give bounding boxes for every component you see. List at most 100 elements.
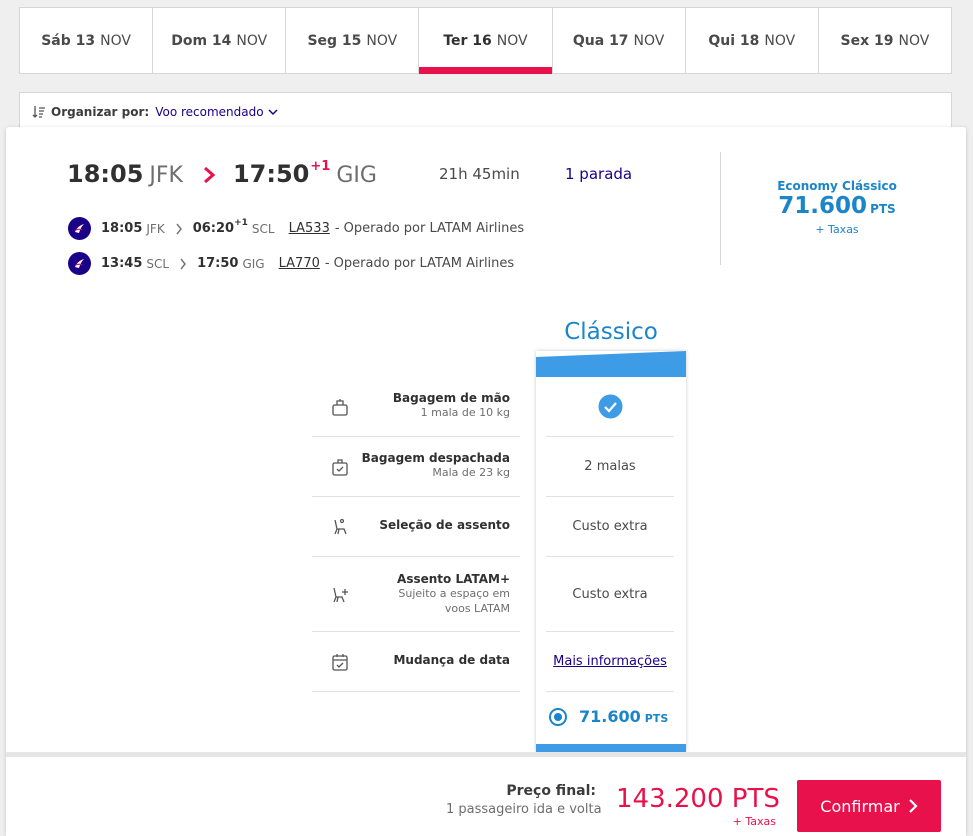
depart-time: 18:05 [67,160,144,188]
feature-text: Bagagem despachada Mala de 23 kg [362,451,510,480]
date-tab-seg-15[interactable]: Seg 15 NOV [286,8,420,73]
sort-bar: Organizar por: Voo recomendado [19,92,952,132]
flight-number-link[interactable]: LA533 [289,221,330,236]
confirm-button[interactable]: Confirmar [797,780,941,832]
segment-depart-code: JFK [146,221,165,236]
chevron-down-icon[interactable] [268,107,278,117]
date-tab-qui-18[interactable]: Qui 18 NOV [686,8,819,73]
carry-on-bag-icon [332,399,348,416]
fare-price-unit: PTS [870,202,896,216]
date-tab-day: Qua 17 [572,32,629,49]
date-tab-day: Ter 16 [443,32,492,49]
feature-title: Assento LATAM+ [397,572,510,586]
segment-operator: - Operado por LATAM Airlines [324,256,515,271]
segment-row: 13:45 SCL 17:50 GIG LA770 - Operado por … [68,252,514,275]
fare-price-value: 71.600 [778,193,868,219]
seat-plus-icon [333,587,348,603]
radio-dot [554,712,562,721]
checked-bag-icon [332,459,348,476]
feature-subtitle: Sujeito a espaço em voos LATAM [398,587,510,615]
segment-depart-code: SCL [146,256,170,271]
feature-row-carry-on: Bagagem de mão 1 mala de 10 kg [312,377,520,437]
feature-text: Bagagem de mão 1 mala de 10 kg [393,391,510,420]
feature-text: Seleção de assento [379,518,510,532]
chevron-right-icon [180,258,187,269]
flight-duration: 21h 45min [439,165,520,183]
segment-row: 18:05 JFK 06:20 +1 SCL LA533 - Operado p… [68,217,524,240]
divider [720,152,721,265]
fare-option-unit: PTS [644,712,669,725]
feature-title: Bagagem de mão [392,391,510,405]
date-tab-month: NOV [898,32,930,49]
date-tab-day: Sáb 13 [41,32,96,49]
fare-summary: Economy Clássico 71.600 PTS + Taxas [751,179,923,236]
fare-price: 71.600 PTS [751,193,923,223]
value-seat-selection: Custo extra [546,497,674,557]
segment-operator: - Operado por LATAM Airlines [334,221,525,236]
value-date-change: Mais informações [546,632,674,692]
feature-row-checked-bag: Bagagem despachada Mala de 23 kg [312,437,520,497]
date-tab-sex-19[interactable]: Sex 19 NOV [819,8,951,73]
itinerary-summary: 18:05 JFK 17:50 +1 GIG [67,159,377,188]
fare-option-value: 71.600 [579,707,641,726]
flight-number-link[interactable]: LA770 [279,256,320,271]
date-tab-day: Qui 18 [708,32,760,49]
fare-option-price: 71.600 PTS [579,707,668,726]
check-circle-icon [598,394,622,419]
date-tab-month: NOV [764,32,796,49]
value-checked-bag: 2 malas [546,437,674,497]
arrive-day-offset: +1 [310,159,331,174]
final-price-value: 143.200 PTS [616,784,780,814]
final-price-title: Preço final: [506,783,596,799]
arrive-time: 17:50 [232,160,310,188]
segment-arrive-time: 17:50 [197,256,239,271]
confirm-label: Confirmar [820,796,900,816]
date-tab-day: Seg 15 [307,32,362,49]
date-tabs: Sáb 13 NOV Dom 14 NOV Seg 15 NOV Ter 16 NOV … [19,7,952,74]
date-tab-day: Dom 14 [171,32,232,49]
arrive-code: GIG [336,163,377,188]
segment-arrive-code: GIG [242,256,265,271]
classic-fare-title: Clássico [564,319,658,345]
flight-card: 18:05 JFK 17:50 +1 GIG 21h 45min 1 parad… [6,127,966,836]
feature-title: Bagagem despachada [361,451,510,465]
sort-dropdown[interactable]: Voo recomendado [155,105,263,119]
value-carry-on [546,377,674,437]
fare-select-option[interactable]: 71.600 PTS [549,707,668,726]
stops-link[interactable]: 1 parada [565,165,632,183]
date-tab-month: NOV [236,32,268,49]
date-tab-month: NOV [366,32,398,49]
date-tab-qua-17[interactable]: Qua 17 NOV [553,8,686,73]
latam-logo-icon [68,217,91,240]
fare-taxes: + Taxas [815,223,859,236]
chevron-right-icon [203,166,216,184]
date-tab-ter-16[interactable]: Ter 16 NOV [419,8,553,74]
segment-arrive-offset: +1 [234,217,248,228]
final-price-taxes: + Taxas [732,815,776,828]
column-header-bar [536,351,686,377]
price-footer: Preço final: 1 passageiro ida e volta 14… [6,752,966,836]
passenger-summary: 1 passageiro ida e volta [446,802,602,817]
feature-subtitle: 1 mala de 10 kg [420,406,510,419]
feature-text: Mudança de data [393,653,510,667]
date-tab-dom-14[interactable]: Dom 14 NOV [153,8,287,73]
chevron-right-icon [176,223,182,234]
segment-depart-time: 13:45 [101,256,143,271]
final-price: 143.200 PTS + Taxas [616,783,780,828]
date-tab-month: NOV [633,32,665,49]
segment-arrive-time: 06:20 [192,221,235,236]
latam-logo-icon [68,252,91,275]
depart-code: JFK [149,163,183,188]
feature-title: Seleção de assento [379,518,510,532]
fare-radio[interactable] [549,707,567,726]
value-latam-plus-seat: Custo extra [546,557,674,632]
fare-brand: Economy Clássico [777,179,897,193]
more-info-link[interactable]: Mais informações [553,654,667,669]
sort-label: Organizar por: [51,105,150,119]
date-tab-sab-13[interactable]: Sáb 13 NOV [20,8,154,73]
segment-arrive-code: SCL [251,221,275,236]
date-tab-month: NOV [100,32,131,49]
feature-title: Mudança de data [393,653,510,667]
feature-row-latam-plus-seat: Assento LATAM+ Sujeito a espaço em voos … [312,557,520,632]
chevron-right-icon [908,799,918,813]
